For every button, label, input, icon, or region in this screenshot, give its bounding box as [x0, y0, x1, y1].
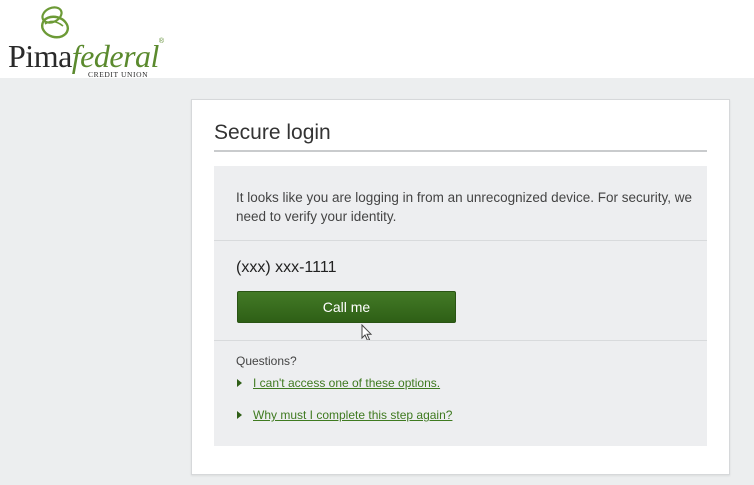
- why-complete-step-again-link[interactable]: Why must I complete this step again?: [253, 408, 452, 422]
- cant-access-options-link[interactable]: I can't access one of these options.: [253, 376, 440, 390]
- pima-federal-logo[interactable]: Pimafederal® CREDIT UNION: [8, 4, 168, 79]
- secure-login-card: Secure login It looks like you are loggi…: [191, 99, 730, 475]
- triangle-right-icon: [237, 411, 242, 419]
- masked-phone-number: (xxx) xxx-1111: [236, 259, 337, 276]
- questions-label: Questions?: [236, 354, 297, 368]
- page-title: Secure login: [214, 121, 331, 144]
- unrecognized-device-message: It looks like you are logging in from an…: [236, 190, 692, 224]
- help-link-row[interactable]: Why must I complete this step again?: [236, 408, 452, 422]
- panel-divider: [214, 340, 707, 341]
- call-me-button[interactable]: Call me: [237, 291, 456, 323]
- help-link-row[interactable]: I can't access one of these options.: [236, 376, 440, 390]
- triangle-right-icon: [237, 379, 242, 387]
- site-header: Pimafederal® CREDIT UNION: [0, 0, 754, 79]
- logo-word-pima: Pima: [8, 38, 72, 74]
- verification-panel: It looks like you are logging in from an…: [214, 166, 707, 446]
- logo-word-federal: federal: [71, 38, 160, 74]
- panel-divider: [214, 240, 707, 241]
- title-divider: [214, 150, 707, 152]
- logo-registered-mark: ®: [158, 38, 165, 45]
